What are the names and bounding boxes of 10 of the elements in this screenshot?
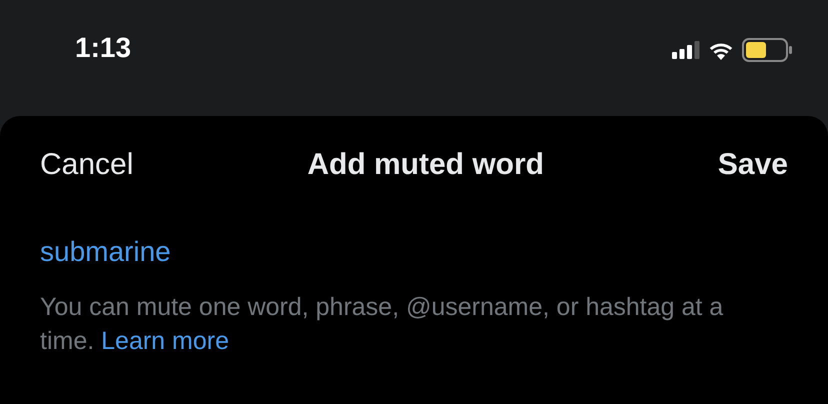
sheet-title: Add muted word <box>307 148 544 182</box>
wifi-icon <box>708 40 734 60</box>
status-time: 1:13 <box>75 31 132 65</box>
signal-icon <box>672 41 700 59</box>
cancel-button[interactable]: Cancel <box>40 148 134 182</box>
muted-word-field[interactable]: submarine <box>40 230 440 274</box>
learn-more-link[interactable]: Learn more <box>101 327 229 355</box>
battery-icon <box>742 38 794 62</box>
help-text: You can mute one word, phrase, @username, or hashtag at a time. Learn more <box>40 292 724 357</box>
save-button[interactable]: Save <box>718 148 788 182</box>
